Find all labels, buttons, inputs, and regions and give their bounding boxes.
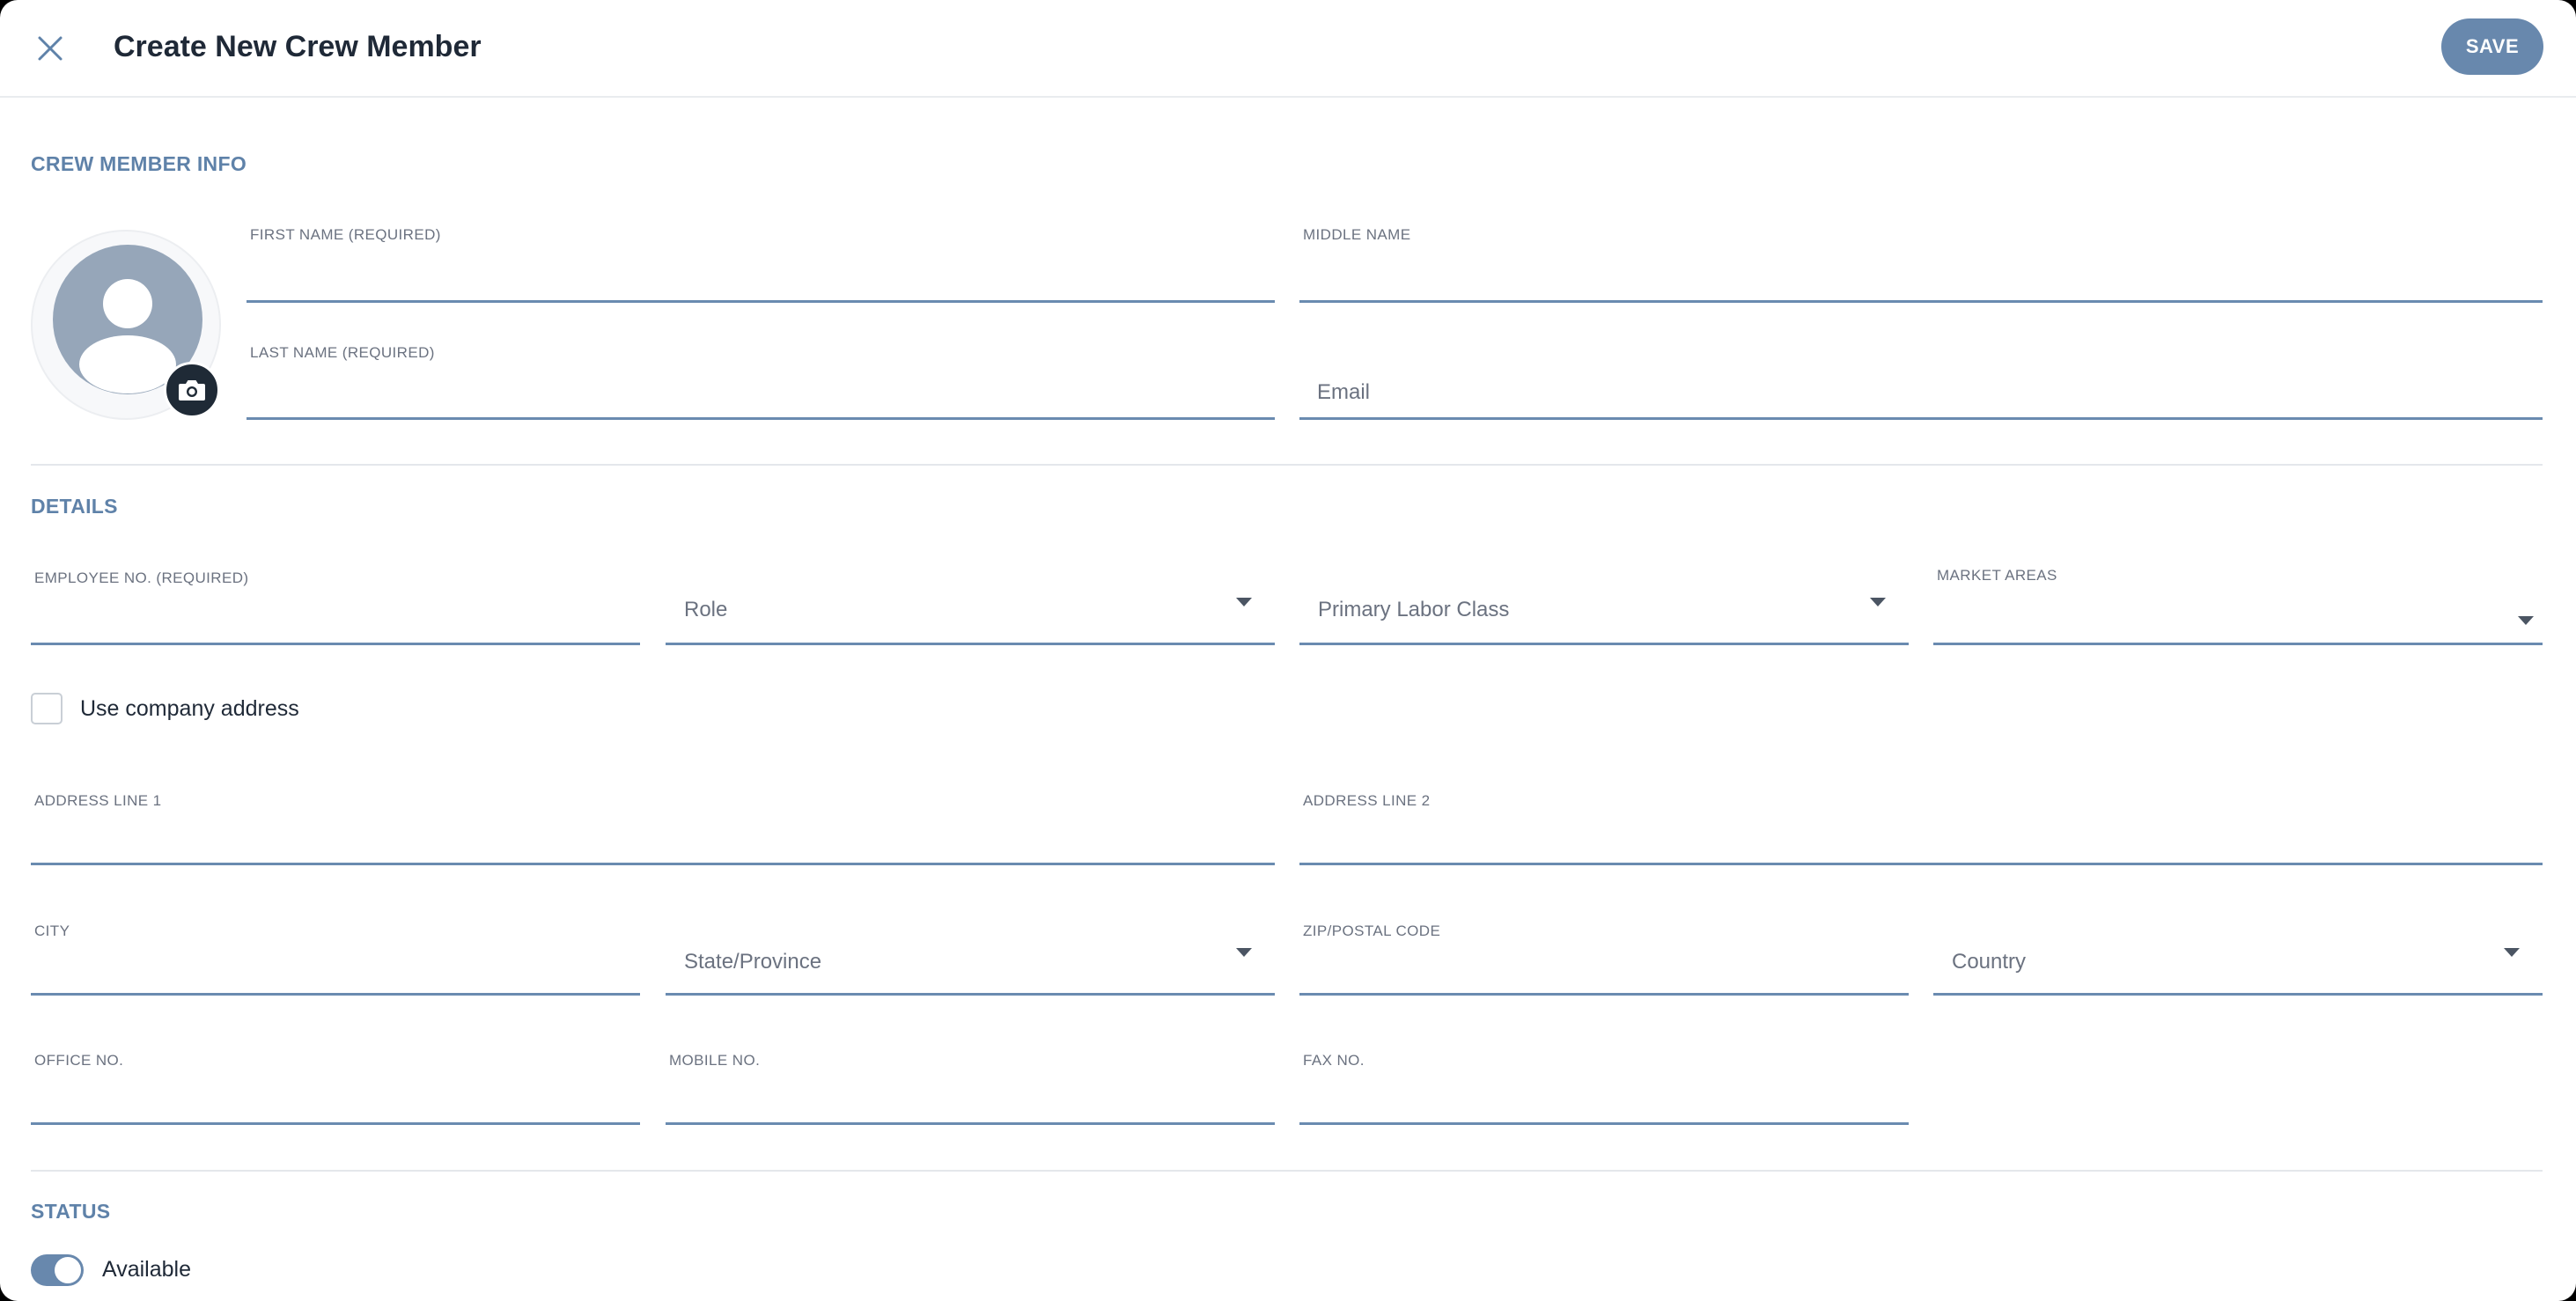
section-title-details: DETAILS [31, 495, 118, 518]
city-label: CITY [34, 922, 70, 939]
camera-icon [179, 380, 205, 401]
employee-no-input[interactable] [31, 607, 640, 643]
primary-labor-class-select[interactable]: Primary Labor Class [1299, 567, 1909, 645]
role-select[interactable]: Role [666, 567, 1275, 645]
header-bar: Create New Crew Member SAVE [0, 0, 2576, 98]
address-line-2-label: ADDRESS LINE 2 [1303, 792, 1431, 809]
city-input[interactable] [31, 958, 640, 993]
chevron-down-icon [2504, 948, 2520, 957]
office-no-field[interactable]: OFFICE NO. [31, 1049, 640, 1125]
mobile-no-label: MOBILE NO. [669, 1052, 761, 1069]
market-areas-select[interactable]: MARKET AREAS [1933, 567, 2543, 645]
fax-no-label: FAX NO. [1303, 1052, 1365, 1069]
middle-name-label: MIDDLE NAME [1303, 226, 1411, 243]
last-name-input[interactable] [247, 382, 1275, 417]
zip-code-label: ZIP/POSTAL CODE [1303, 922, 1441, 939]
available-label: Available [102, 1257, 192, 1282]
address-line-1-label: ADDRESS LINE 1 [34, 792, 162, 809]
use-company-address-label: Use company address [80, 696, 299, 721]
save-button[interactable]: SAVE [2441, 18, 2543, 75]
first-name-input[interactable] [247, 265, 1275, 300]
address-line-1-field[interactable]: ADDRESS LINE 1 [31, 790, 1275, 865]
chevron-down-icon [1236, 598, 1252, 606]
section-divider [31, 464, 2543, 466]
country-placeholder: Country [1952, 950, 2027, 974]
primary-labor-class-placeholder: Primary Labor Class [1318, 598, 1510, 621]
middle-name-input[interactable] [1299, 265, 2543, 300]
chevron-down-icon [2518, 616, 2534, 625]
section-title-status: STATUS [31, 1200, 111, 1223]
address-line-1-input[interactable] [31, 827, 1275, 863]
toggle-knob [55, 1257, 81, 1283]
upload-photo-button[interactable] [164, 362, 220, 418]
state-province-placeholder: State/Province [684, 950, 822, 974]
city-field[interactable]: CITY [31, 920, 640, 996]
first-name-label: FIRST NAME (REQUIRED) [250, 226, 441, 243]
employee-no-field[interactable]: EMPLOYEE NO. (REQUIRED) [31, 567, 640, 645]
address-line-2-field[interactable]: ADDRESS LINE 2 [1299, 790, 2543, 865]
market-areas-label: MARKET AREAS [1937, 567, 2057, 584]
page-title: Create New Crew Member [114, 30, 482, 63]
close-button[interactable] [26, 25, 74, 72]
office-no-input[interactable] [31, 1087, 640, 1122]
employee-no-label: EMPLOYEE NO. (REQUIRED) [34, 570, 249, 586]
fax-no-field[interactable]: FAX NO. [1299, 1049, 1909, 1125]
use-company-address-checkbox[interactable] [31, 693, 63, 724]
first-name-field[interactable]: FIRST NAME (REQUIRED) [247, 224, 1275, 303]
country-select[interactable]: Country [1933, 920, 2543, 996]
close-icon [38, 36, 63, 61]
zip-code-input[interactable] [1299, 958, 1909, 993]
mobile-no-input[interactable] [666, 1087, 1275, 1122]
state-province-select[interactable]: State/Province [666, 920, 1275, 996]
email-input[interactable] [1299, 375, 2543, 410]
role-placeholder: Role [684, 598, 728, 621]
office-no-label: OFFICE NO. [34, 1052, 124, 1069]
middle-name-field[interactable]: MIDDLE NAME [1299, 224, 2543, 303]
fax-no-input[interactable] [1299, 1087, 1909, 1122]
create-crew-member-page: Create New Crew Member SAVE CREW MEMBER … [0, 0, 2576, 1301]
email-field[interactable] [1299, 342, 2543, 420]
mobile-no-field[interactable]: MOBILE NO. [666, 1049, 1275, 1125]
available-toggle[interactable] [31, 1254, 84, 1286]
chevron-down-icon [1236, 948, 1252, 957]
chevron-down-icon [1870, 598, 1886, 606]
section-divider [31, 1170, 2543, 1172]
zip-code-field[interactable]: ZIP/POSTAL CODE [1299, 920, 1909, 996]
last-name-label: LAST NAME (REQUIRED) [250, 344, 435, 361]
last-name-field[interactable]: LAST NAME (REQUIRED) [247, 342, 1275, 420]
address-line-2-input[interactable] [1299, 827, 2543, 863]
section-title-crew-info: CREW MEMBER INFO [31, 152, 247, 175]
